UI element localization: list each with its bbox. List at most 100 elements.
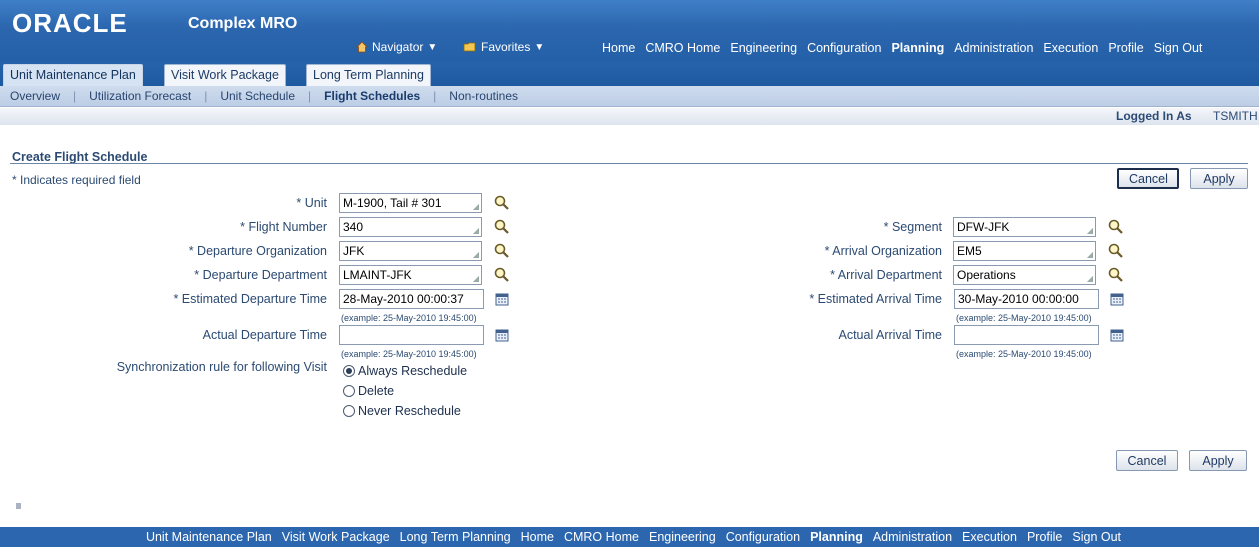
estimated-arrival-time-label: * Estimated Arrival Time [809, 292, 942, 306]
tab-visit-work-package[interactable]: Visit Work Package [164, 64, 286, 86]
resize-grip-icon: ◢ [1086, 274, 1093, 283]
actual-arrival-time-input[interactable] [954, 325, 1099, 345]
global-home-link[interactable]: Home [602, 41, 635, 55]
date-format-hint: (example: 25-May-2010 19:45:00) [341, 349, 477, 359]
footer-administration-link[interactable]: Administration [873, 530, 952, 544]
global-nav: Home CMRO Home Engineering Configuration… [602, 41, 1202, 55]
arrival-department-field[interactable]: Operations ◢ [953, 265, 1096, 285]
global-administration-link[interactable]: Administration [954, 41, 1033, 55]
subtab-unit-schedule[interactable]: Unit Schedule [220, 89, 295, 103]
date-format-hint: (example: 25-May-2010 19:45:00) [341, 313, 477, 323]
separator: | [433, 89, 437, 103]
separator: | [204, 89, 208, 103]
search-icon[interactable] [1107, 266, 1124, 283]
estimated-departure-time-label: * Estimated Departure Time [173, 292, 327, 306]
app-title: Complex MRO [188, 15, 298, 32]
decorative-dot [16, 503, 21, 509]
resize-grip-icon: ◢ [472, 250, 479, 259]
cancel-button-bottom[interactable]: Cancel [1116, 450, 1178, 471]
resize-grip-icon: ◢ [472, 274, 479, 283]
radio-delete[interactable]: Delete [343, 384, 394, 398]
search-icon[interactable] [493, 266, 510, 283]
tab-long-term-planning[interactable]: Long Term Planning [306, 64, 431, 86]
departure-department-value: LMAINT-JFK [343, 268, 412, 282]
search-icon[interactable] [1107, 242, 1124, 259]
global-engineering-link[interactable]: Engineering [730, 41, 797, 55]
calendar-icon[interactable] [1110, 292, 1124, 306]
radio-always-reschedule[interactable]: Always Reschedule [343, 364, 467, 378]
radio-unchecked-icon [343, 405, 355, 417]
departure-organization-value: JFK [343, 244, 365, 258]
global-cmro-home-link[interactable]: CMRO Home [645, 41, 720, 55]
flight-number-field[interactable]: 340 ◢ [339, 217, 482, 237]
chevron-down-icon: ▼ [427, 41, 438, 53]
radio-label: Never Reschedule [358, 404, 461, 418]
subtab-non-routines[interactable]: Non-routines [449, 89, 518, 103]
tabs-bar: Unit Maintenance Plan Visit Work Package… [0, 62, 1259, 86]
footer-execution-link[interactable]: Execution [962, 530, 1017, 544]
cancel-button-top[interactable]: Cancel [1117, 168, 1179, 189]
footer-configuration-link[interactable]: Configuration [726, 530, 800, 544]
departure-organization-label: * Departure Organization [188, 244, 327, 258]
subtab-utilization-forecast[interactable]: Utilization Forecast [89, 89, 191, 103]
footer-unit-maintenance-plan-link[interactable]: Unit Maintenance Plan [146, 530, 272, 544]
tab-unit-maintenance-plan[interactable]: Unit Maintenance Plan [3, 64, 143, 86]
unit-value: M-1900, Tail # 301 [343, 196, 442, 210]
departure-department-label: * Departure Department [194, 268, 327, 282]
subtab-flight-schedules[interactable]: Flight Schedules [324, 89, 420, 103]
global-sign-out-link[interactable]: Sign Out [1154, 41, 1203, 55]
global-profile-link[interactable]: Profile [1108, 41, 1143, 55]
departure-organization-field[interactable]: JFK ◢ [339, 241, 482, 261]
resize-grip-icon: ◢ [1086, 226, 1093, 235]
search-icon[interactable] [1107, 218, 1124, 235]
footer-sign-out-link[interactable]: Sign Out [1072, 530, 1121, 544]
resize-grip-icon: ◢ [1086, 250, 1093, 259]
arrival-organization-field[interactable]: EM5 ◢ [953, 241, 1096, 261]
footer-visit-work-package-link[interactable]: Visit Work Package [282, 530, 390, 544]
footer-engineering-link[interactable]: Engineering [649, 530, 716, 544]
actual-arrival-time-label: Actual Arrival Time [838, 328, 942, 342]
calendar-icon[interactable] [495, 328, 509, 342]
unit-field[interactable]: M-1900, Tail # 301 ◢ [339, 193, 482, 213]
favorites-menu[interactable]: Favorites ▼ [463, 40, 544, 54]
home-icon [356, 41, 368, 53]
calendar-icon[interactable] [1110, 328, 1124, 342]
departure-department-field[interactable]: LMAINT-JFK ◢ [339, 265, 482, 285]
search-icon[interactable] [493, 242, 510, 259]
calendar-icon[interactable] [495, 292, 509, 306]
arrival-department-value: Operations [957, 268, 1016, 282]
radio-label: Always Reschedule [358, 364, 468, 378]
sync-rule-label: Synchronization rule for following Visit [116, 360, 327, 374]
estimated-departure-time-input[interactable] [339, 289, 484, 309]
global-planning-link[interactable]: Planning [891, 41, 944, 55]
logged-in-bar: Logged In As TSMITH [0, 108, 1259, 125]
actual-departure-time-input[interactable] [339, 325, 484, 345]
navigator-label: Navigator [372, 40, 424, 54]
footer-profile-link[interactable]: Profile [1027, 530, 1062, 544]
unit-label: * Unit [296, 196, 327, 210]
footer-planning-link[interactable]: Planning [810, 530, 863, 544]
search-icon[interactable] [493, 218, 510, 235]
segment-field[interactable]: DFW-JFK ◢ [953, 217, 1096, 237]
arrival-department-label: * Arrival Department [830, 268, 942, 282]
separator: | [308, 89, 312, 103]
app-header: ORACLE Complex MRO Navigator ▼ Favorites… [0, 0, 1259, 62]
global-configuration-link[interactable]: Configuration [807, 41, 881, 55]
footer-cmro-home-link[interactable]: CMRO Home [564, 530, 639, 544]
favorites-label: Favorites [481, 40, 531, 54]
footer-long-term-planning-link[interactable]: Long Term Planning [400, 530, 511, 544]
search-icon[interactable] [493, 194, 510, 211]
navigator-menu[interactable]: Navigator ▼ [356, 40, 437, 54]
global-execution-link[interactable]: Execution [1043, 41, 1098, 55]
radio-never-reschedule[interactable]: Never Reschedule [343, 404, 461, 418]
subtab-overview[interactable]: Overview [10, 89, 60, 103]
arrival-organization-value: EM5 [957, 244, 982, 258]
radio-unchecked-icon [343, 385, 355, 397]
estimated-arrival-time-input[interactable] [954, 289, 1099, 309]
apply-button-bottom[interactable]: Apply [1189, 450, 1247, 471]
footer-home-link[interactable]: Home [521, 530, 554, 544]
logged-in-user: TSMITH [1213, 109, 1258, 123]
arrival-organization-label: * Arrival Organization [824, 244, 942, 258]
apply-button-top[interactable]: Apply [1190, 168, 1248, 189]
segment-label: * Segment [883, 220, 942, 234]
